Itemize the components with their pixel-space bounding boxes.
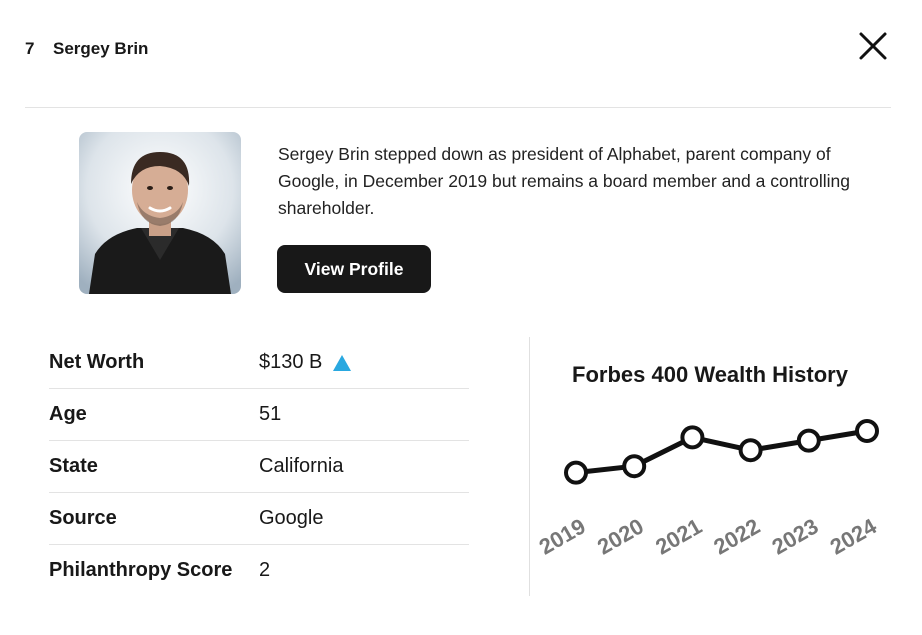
- series-line: [575, 428, 868, 476]
- rank-number: 7: [25, 39, 35, 58]
- stat-row-net-worth: Net Worth $130 B: [49, 337, 469, 389]
- stat-label: Philanthropy Score: [49, 559, 233, 581]
- triangle-up-icon: [333, 355, 351, 371]
- view-profile-button[interactable]: View Profile: [277, 245, 431, 293]
- x-tick-label: 2023: [768, 513, 823, 559]
- stat-value: California: [259, 455, 344, 477]
- stat-label: Source: [49, 507, 117, 529]
- stat-label: State: [49, 455, 98, 477]
- data-point-2020: [622, 454, 647, 479]
- profile-description: Sergey Brin stepped down as president of…: [278, 144, 850, 218]
- data-point-2021: [680, 425, 705, 450]
- data-point-2023: [796, 428, 821, 453]
- data-point-2019: [564, 460, 588, 485]
- x-tick-label: 2019: [535, 513, 590, 559]
- stat-label: Age: [49, 403, 87, 425]
- profile-photo: [79, 132, 241, 294]
- close-button[interactable]: [855, 28, 891, 64]
- wealth-history-chart: 2019 2020 2021 2022 2023 2024: [535, 419, 882, 560]
- stats-table: Net Worth $130 B Age 51 State California…: [49, 337, 469, 597]
- x-tick-label: 2020: [593, 513, 648, 559]
- data-point-2022: [738, 438, 763, 463]
- chart-title: Forbes 400 Wealth History: [572, 362, 848, 387]
- card-header: 7 Sergey Brin: [25, 0, 891, 108]
- close-icon: [859, 32, 887, 60]
- x-tick-label: 2021: [651, 513, 706, 559]
- stat-row-age: Age 51: [49, 389, 469, 441]
- stat-value: 51: [259, 403, 282, 425]
- stat-value: Google: [259, 507, 324, 529]
- data-point-2024: [855, 419, 879, 443]
- stat-label: Net Worth: [49, 351, 145, 373]
- stat-value: $130 B: [259, 351, 323, 373]
- stat-row-philanthropy-score: Philanthropy Score 2: [49, 545, 469, 597]
- x-tick-label: 2022: [709, 513, 764, 559]
- stat-row-state: State California: [49, 441, 469, 493]
- stat-row-source: Source Google: [49, 493, 469, 545]
- x-tick-label: 2024: [826, 513, 882, 560]
- person-name: Sergey Brin: [53, 39, 149, 58]
- stat-value: 2: [259, 559, 271, 581]
